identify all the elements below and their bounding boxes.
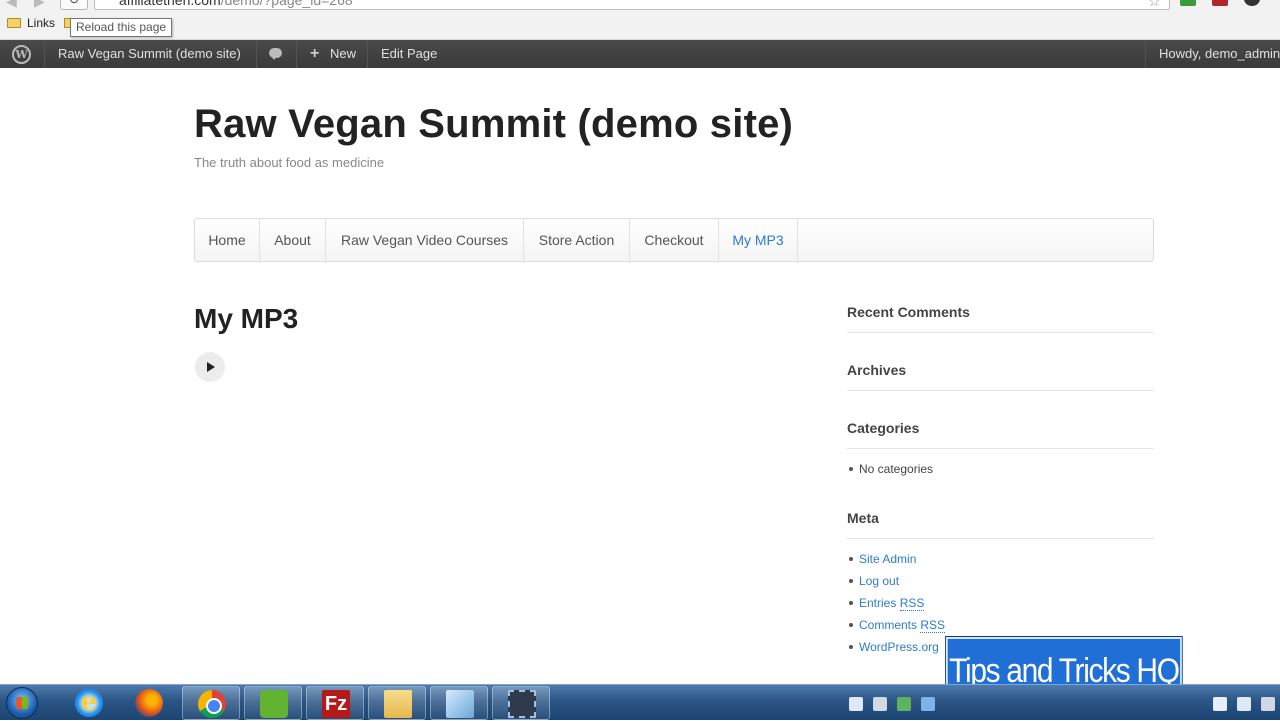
comments-icon[interactable] (269, 48, 282, 60)
nav-item-raw-vegan-video-courses[interactable]: Raw Vegan Video Courses (326, 219, 524, 261)
rss-label: RSS (920, 618, 946, 633)
folder-icon (384, 690, 412, 718)
entries-rss-link[interactable]: Entries RSS (859, 596, 925, 611)
audio-play-button[interactable] (195, 352, 225, 382)
forward-arrow-icon[interactable]: ▶ (34, 0, 60, 12)
tray-icon[interactable] (849, 697, 863, 711)
reload-icon: ↻ (69, 0, 80, 7)
entries-label: Entries (859, 596, 897, 610)
browser-toolbar: ◀ ▶ ↻ affiliatethen.com/demo/?page_id=26… (0, 0, 1280, 40)
page-title: My MP3 (194, 303, 299, 334)
taskbar-firefox[interactable] (120, 686, 178, 720)
folder-icon (7, 18, 21, 28)
divider (256, 40, 257, 68)
taskbar-green-app[interactable] (244, 686, 302, 720)
plus-icon: + (310, 45, 320, 62)
flag-icon[interactable] (1261, 697, 1275, 711)
admin-bar-new[interactable]: New (330, 40, 356, 68)
comments-rss-link[interactable]: Comments RSS (859, 618, 946, 633)
admin-bar-site-name[interactable]: Raw Vegan Summit (demo site) (58, 40, 241, 68)
url-path: /demo/?page_id=268 (220, 0, 353, 8)
tray-icon[interactable] (1237, 697, 1251, 711)
back-arrow-icon[interactable]: ◀ (6, 0, 32, 12)
divider (44, 40, 45, 68)
reload-tooltip: Reload this page (70, 18, 173, 37)
list-item: Entries RSS (847, 592, 945, 614)
snipping-tool-icon (508, 690, 536, 718)
divider (296, 40, 297, 68)
wordpress-logo-icon[interactable]: W (12, 45, 31, 64)
tray-icon[interactable] (897, 697, 911, 711)
taskbar-internet-explorer[interactable]: e (60, 686, 118, 720)
bookmark-links[interactable]: Links (27, 16, 55, 30)
extension-icon[interactable] (1212, 0, 1228, 6)
taskbar-explorer[interactable] (368, 686, 426, 720)
list-item: No categories (847, 458, 933, 480)
taskbar-filezilla[interactable]: Fz (306, 686, 364, 720)
list-item: Site Admin (847, 548, 945, 570)
nav-item-home[interactable]: Home (195, 219, 260, 261)
meta-list: Site Admin Log out Entries RSS Comments … (847, 548, 946, 658)
nav-item-my-mp3[interactable]: My MP3 (719, 219, 798, 261)
list-item: Comments RSS (847, 614, 946, 636)
chrome-icon (198, 690, 226, 718)
widget-title-categories: Categories (847, 420, 1154, 449)
bookmarks-bar: Links Reload this page (0, 12, 1280, 38)
app-icon (260, 690, 288, 718)
tray-icon[interactable] (1213, 697, 1227, 711)
site-admin-link[interactable]: Site Admin (859, 552, 916, 566)
main-navigation: Home About Raw Vegan Video Courses Store… (194, 218, 1154, 262)
list-item: WordPress.org (847, 636, 945, 658)
rss-label: RSS (899, 596, 925, 611)
taskbar-app[interactable] (430, 686, 488, 720)
extension-icon[interactable] (1244, 0, 1260, 6)
nav-item-store-action[interactable]: Store Action (524, 219, 630, 261)
address-bar[interactable]: affiliatethen.com/demo/?page_id=268 (94, 0, 1170, 10)
site-title[interactable]: Raw Vegan Summit (demo site) (194, 102, 793, 147)
url-host: affiliatethen.com (119, 0, 221, 8)
site-tagline: The truth about food as medicine (194, 155, 385, 170)
taskbar-snipping-tool[interactable] (492, 686, 550, 720)
list-item: Log out (847, 570, 945, 592)
admin-bar-edit-page[interactable]: Edit Page (381, 40, 437, 68)
taskbar-chrome[interactable] (182, 686, 240, 720)
tray-icon[interactable] (921, 697, 935, 711)
extension-icon[interactable] (1180, 0, 1196, 6)
widget-title-meta: Meta (847, 510, 1154, 539)
divider (367, 40, 368, 68)
nav-item-about[interactable]: About (260, 219, 326, 261)
comments-label: Comments (859, 618, 918, 632)
filezilla-icon: Fz (322, 690, 350, 718)
divider (1145, 40, 1146, 68)
admin-bar-account[interactable]: Howdy, demo_admin (1159, 40, 1280, 68)
widget-title-recent-comments: Recent Comments (847, 304, 1154, 333)
nav-item-checkout[interactable]: Checkout (630, 219, 719, 261)
log-out-link[interactable]: Log out (859, 574, 899, 588)
windows-taskbar: e Fz (0, 684, 1280, 720)
reload-button[interactable]: ↻ (60, 0, 88, 10)
tray-icon[interactable] (873, 697, 887, 711)
system-tray (845, 685, 1280, 721)
app-icon (446, 690, 474, 718)
firefox-icon (135, 689, 163, 717)
wp-admin-bar: W Raw Vegan Summit (demo site) + New Edi… (0, 40, 1280, 68)
categories-list: No categories (847, 458, 933, 480)
internet-explorer-icon: e (75, 689, 103, 717)
start-button[interactable] (6, 687, 38, 719)
widget-title-archives: Archives (847, 362, 1154, 391)
wordpress-org-link[interactable]: WordPress.org (859, 640, 939, 654)
bookmark-star-icon[interactable]: ☆ (1148, 0, 1161, 10)
